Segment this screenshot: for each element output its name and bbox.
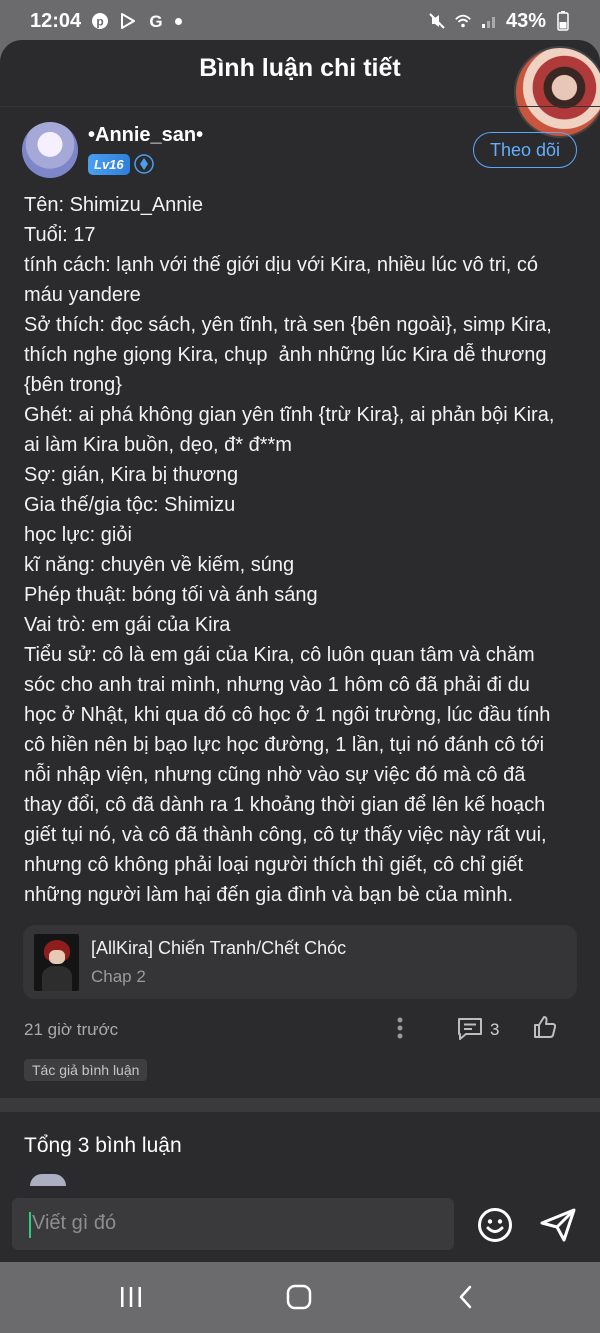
comment-detail-sheet: Bình luận chi tiết •Annie_san• Lv16 Theo… — [0, 40, 600, 1262]
back-icon[interactable] — [456, 1284, 476, 1310]
home-icon[interactable] — [285, 1284, 313, 1310]
commenter-username[interactable]: •Annie_san• — [88, 124, 203, 147]
reply-avatar-partial — [30, 1174, 66, 1186]
author-comment-tag: Tác giả bình luận — [24, 1059, 148, 1081]
text-caret — [29, 1212, 31, 1238]
pinterest-icon: p — [91, 12, 109, 30]
comment-line: Ghét: ai phá không gian yên tĩnh {trừ Ki… — [24, 404, 555, 426]
notification-dot-icon — [175, 17, 183, 25]
section-divider — [0, 1098, 600, 1112]
battery-percent: 43% — [505, 9, 546, 32]
more-options-icon[interactable] — [390, 1016, 410, 1040]
comment-line: {bên trong} — [24, 374, 122, 396]
comment-line: sóc cho anh trai mình, nhưng vào 1 hôm c… — [24, 674, 530, 696]
comment-line: giết tụi nó, và cô đã thành công, cô tự … — [24, 824, 547, 846]
svg-text:p: p — [96, 15, 103, 29]
header-divider — [0, 106, 600, 107]
reply-icon[interactable] — [456, 1016, 484, 1042]
recents-icon[interactable] — [118, 1286, 144, 1308]
commenter-avatar[interactable] — [22, 122, 78, 178]
comment-line: Gia thế/gia tộc: Shimizu — [24, 494, 236, 516]
comment-timestamp: 21 giờ trước — [24, 1020, 119, 1039]
send-icon[interactable] — [538, 1206, 578, 1244]
story-cover-image — [34, 934, 79, 991]
play-store-icon — [119, 12, 137, 30]
svg-text:G: G — [150, 12, 163, 30]
follow-button[interactable]: Theo dõi — [473, 132, 577, 168]
comment-line: Tên: Shimizu_Annie — [24, 194, 203, 216]
comment-line: ai làm Kira buồn, dẹo, đ* đ**m — [24, 434, 292, 456]
comment-line: kĩ năng: chuyên về kiếm, súng — [24, 554, 295, 576]
comment-line: Vai trò: em gái của Kira — [24, 614, 231, 636]
reply-count: 3 — [490, 1020, 500, 1039]
comment-line: máu yandere — [24, 284, 141, 306]
comment-line: những người làm hại đến gia đình và bạn … — [24, 884, 514, 906]
comment-line: tính cách: lạnh với thế giới dịu với Kir… — [24, 254, 539, 276]
comment-line: Sở thích: đọc sách, yên tĩnh, trà sen {b… — [24, 314, 552, 336]
comment-line: thay đổi, cô đã dành ra 1 khoảng thời gi… — [24, 794, 546, 816]
comment-line: học ở Nhật, khi qua đó cô học ở 1 ngôi t… — [24, 704, 551, 726]
status-time: 12:04 — [30, 9, 82, 32]
system-navigation-bar — [0, 1262, 600, 1333]
status-bar: 12:04 p G 43% — [0, 0, 600, 42]
story-chapter: Chap 2 — [91, 967, 146, 986]
mute-icon — [428, 12, 446, 30]
page-title: Bình luận chi tiết — [199, 54, 401, 82]
diamond-badge-icon — [134, 154, 154, 174]
battery-icon — [554, 11, 572, 31]
comment-line: Tuổi: 17 — [24, 224, 96, 246]
comment-line: Phép thuật: bóng tối và ánh sáng — [24, 584, 318, 606]
comment-input-bar: Viết gì đó — [0, 1186, 600, 1262]
google-icon: G — [147, 12, 165, 30]
comment-line: nhưng cô không phải loại người thích thì… — [24, 854, 524, 876]
signal-icon — [480, 12, 498, 30]
like-icon[interactable] — [532, 1014, 558, 1040]
comment-input-placeholder: Viết gì đó — [32, 1212, 117, 1234]
comment-line: học lực: giỏi — [24, 524, 132, 546]
comment-line: Sợ: gián, Kira bị thương — [24, 464, 239, 486]
comment-line: thích nghe giọng Kira, chụp ảnh những lú… — [24, 344, 547, 366]
floating-profile-avatar[interactable] — [514, 46, 600, 138]
emoji-icon[interactable] — [476, 1206, 514, 1244]
comment-line: Tiểu sử: cô là em gái của Kira, cô luôn … — [24, 644, 535, 666]
level-badge: Lv16 — [88, 154, 130, 175]
story-title: [AllKira] Chiến Tranh/Chết Chóc — [91, 938, 347, 958]
comment-line: cô hiền nên bị bạo lực học đường, 1 lần,… — [24, 734, 545, 756]
total-comments-heading: Tổng 3 bình luận — [24, 1134, 182, 1157]
comment-text: Tên: Shimizu_Annie Tuổi: 17 tính cách: l… — [24, 190, 564, 910]
linked-story-card[interactable]: [AllKira] Chiến Tranh/Chết Chóc Chap 2 — [23, 925, 577, 999]
comment-line: nỗi nhập viện, nhưng cũng nhờ vào sự việ… — [24, 764, 526, 786]
wifi-icon — [454, 12, 472, 30]
